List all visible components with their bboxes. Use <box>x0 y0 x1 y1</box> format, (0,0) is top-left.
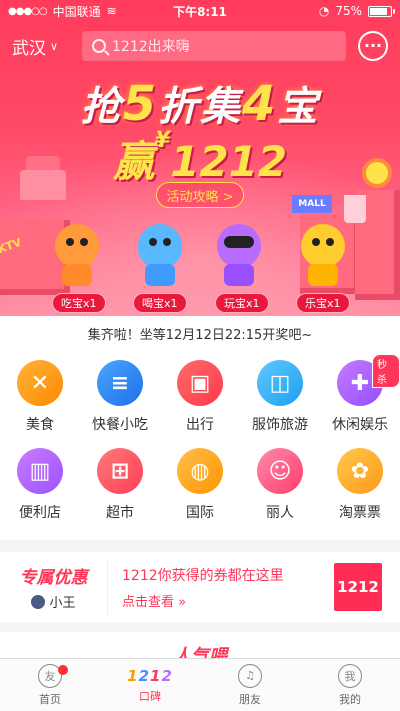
top-nav: 武汉 ∨ 1212出来嗨 ··· <box>0 24 400 68</box>
shopping-bag-icon: ◫ <box>257 360 303 406</box>
car-icon: ▣ <box>177 360 223 406</box>
mascot-row: 吃宝x1 喝宝x1 玩宝x1 乐宝x1 <box>0 216 400 316</box>
tab-koubei[interactable]: 1212 口碑 <box>100 659 200 711</box>
activity-strategy-button[interactable]: 活动攻略 > <box>156 182 244 208</box>
basket-icon: ⊞ <box>97 448 143 494</box>
city-selector[interactable]: 武汉 ∨ <box>12 34 82 59</box>
category-label: 淘票票 <box>339 505 381 521</box>
headline-text: 宝 <box>277 84 320 130</box>
koubei-home-screen: KTV MALL 抢5折集4宝 赢¥1212 活动攻略 > 吃宝x1 喝宝x1 … <box>0 0 400 711</box>
popular-section-header: 人气喂 <box>0 632 400 658</box>
notice-bar: 集齐啦！坐等12月12日22:15开奖吧~ <box>0 316 400 350</box>
category-movie-tickets[interactable]: ✿ 淘票票 <box>320 442 400 530</box>
treasure-tag-play: 玩宝x1 <box>215 293 269 313</box>
treasure-tag-eat: 吃宝x1 <box>52 293 106 313</box>
battery-percent: 75% <box>335 4 362 18</box>
category-label: 出行 <box>186 417 214 433</box>
headline-number: 5 <box>122 76 158 132</box>
mascot-fun <box>296 216 350 286</box>
search-input[interactable]: 1212出来嗨 <box>82 31 346 61</box>
battery-icon <box>368 5 395 17</box>
category-fast-food[interactable]: ≡ 快餐小吃 <box>80 354 160 442</box>
category-international[interactable]: ◍ 国际 <box>160 442 240 530</box>
1212-icon: 1212 <box>127 666 173 685</box>
flash-sale-badge: 秒杀 <box>372 354 400 388</box>
search-icon <box>92 39 106 53</box>
profile-icon: 我 <box>338 663 362 688</box>
film-reel-icon: ✿ <box>337 448 383 494</box>
category-beauty[interactable]: ☺ 丽人 <box>240 442 320 530</box>
coupon-text: 1212你获得的券都在这里 <box>122 567 284 584</box>
category-fashion-tour[interactable]: ◫ 服饰旅游 <box>240 354 320 442</box>
tab-label: 首页 <box>39 692 61 706</box>
treasure-tag-drink: 喝宝x1 <box>133 293 187 313</box>
yen-symbol: ¥ <box>154 128 171 153</box>
chevron-down-icon: ∨ <box>50 39 59 53</box>
clock: 下午8:11 <box>173 4 227 19</box>
tab-label: 口碑 <box>139 689 161 703</box>
headline-text: 赢 <box>112 137 155 186</box>
tab-me[interactable]: 我 我的 <box>300 659 400 711</box>
mall-sign: MALL <box>292 195 332 213</box>
mascot-drink <box>133 216 187 286</box>
fork-spoon-icon: ✕ <box>17 360 63 406</box>
promo-headline: 抢5折集4宝 赢¥1212 <box>0 74 400 189</box>
category-convenience-store[interactable]: ▥ 便利店 <box>0 442 80 530</box>
exclusive-offer-title: 专属优惠 <box>19 568 88 588</box>
1212-logo: 1212 <box>334 563 382 611</box>
category-food[interactable]: ✕ 美食 <box>0 354 80 442</box>
city-label: 武汉 <box>12 38 46 59</box>
category-label: 服饰旅游 <box>252 417 308 433</box>
tab-home[interactable]: 友 首页 <box>0 659 100 711</box>
user-info: 小王 <box>31 592 76 611</box>
category-label: 国际 <box>186 505 214 521</box>
exclusive-offer-block: 专属优惠 小王 <box>0 560 108 614</box>
treasure-tag-fun: 乐宝x1 <box>296 293 350 313</box>
category-label: 休闲娱乐 <box>332 417 388 433</box>
category-travel[interactable]: ▣ 出行 <box>160 354 240 442</box>
category-label: 丽人 <box>266 505 294 521</box>
bottom-tab-bar: 友 首页 1212 口碑 ♫ 朋友 我 我的 <box>0 658 400 711</box>
category-grid: ✕ 美食 ≡ 快餐小吃 ▣ 出行 ◫ 服饰旅游 ✚ 休闲娱乐 秒杀 ▥ 便利店 … <box>0 350 400 540</box>
tab-label: 我的 <box>339 692 361 706</box>
woman-icon: ☺ <box>257 448 303 494</box>
carrier-label: 中国联通 <box>52 4 101 19</box>
category-label: 美食 <box>26 417 54 433</box>
view-coupons-link[interactable]: 点击查看 » <box>122 591 334 610</box>
search-placeholder: 1212出来嗨 <box>112 39 190 55</box>
orientation-lock-icon: ◔ <box>318 4 330 18</box>
status-bar: ●●●○○ 中国联通 ≋ 下午8:11 ◔ 75% <box>0 0 400 22</box>
category-label: 快餐小吃 <box>92 417 148 433</box>
planet-icon: ◍ <box>177 448 223 494</box>
popular-title: 人气喂 <box>173 646 227 658</box>
tab-label: 朋友 <box>239 692 261 706</box>
headline-text: 折集 <box>158 84 242 130</box>
category-supermarket[interactable]: ⊞ 超市 <box>80 442 160 530</box>
category-label: 超市 <box>106 505 134 521</box>
tab-friends[interactable]: ♫ 朋友 <box>200 659 300 711</box>
mascot-play <box>212 216 266 286</box>
headline-text: 抢 <box>80 84 123 130</box>
category-leisure[interactable]: ✚ 休闲娱乐 秒杀 <box>320 354 400 442</box>
coupon-banner[interactable]: 专属优惠 小王 1212你获得的券都在这里 点击查看 » 1212 <box>0 552 400 622</box>
category-label: 便利店 <box>19 505 61 521</box>
mascot-eat <box>50 216 104 286</box>
friends-icon: ♫ <box>238 663 262 688</box>
user-name: 小王 <box>49 596 76 611</box>
headline-number: 4 <box>242 76 278 132</box>
signal-icon: ●●●○○ <box>8 5 48 17</box>
storefront-icon: ▥ <box>17 448 63 494</box>
burger-icon: ≡ <box>97 360 143 406</box>
coupon-message: 1212你获得的券都在这里 点击查看 » <box>108 565 334 610</box>
wifi-icon: ≋ <box>106 4 117 18</box>
headline-number: 1212 <box>170 137 288 186</box>
more-options-button[interactable]: ··· <box>358 31 388 61</box>
notification-dot <box>58 665 68 675</box>
avatar <box>31 594 46 609</box>
